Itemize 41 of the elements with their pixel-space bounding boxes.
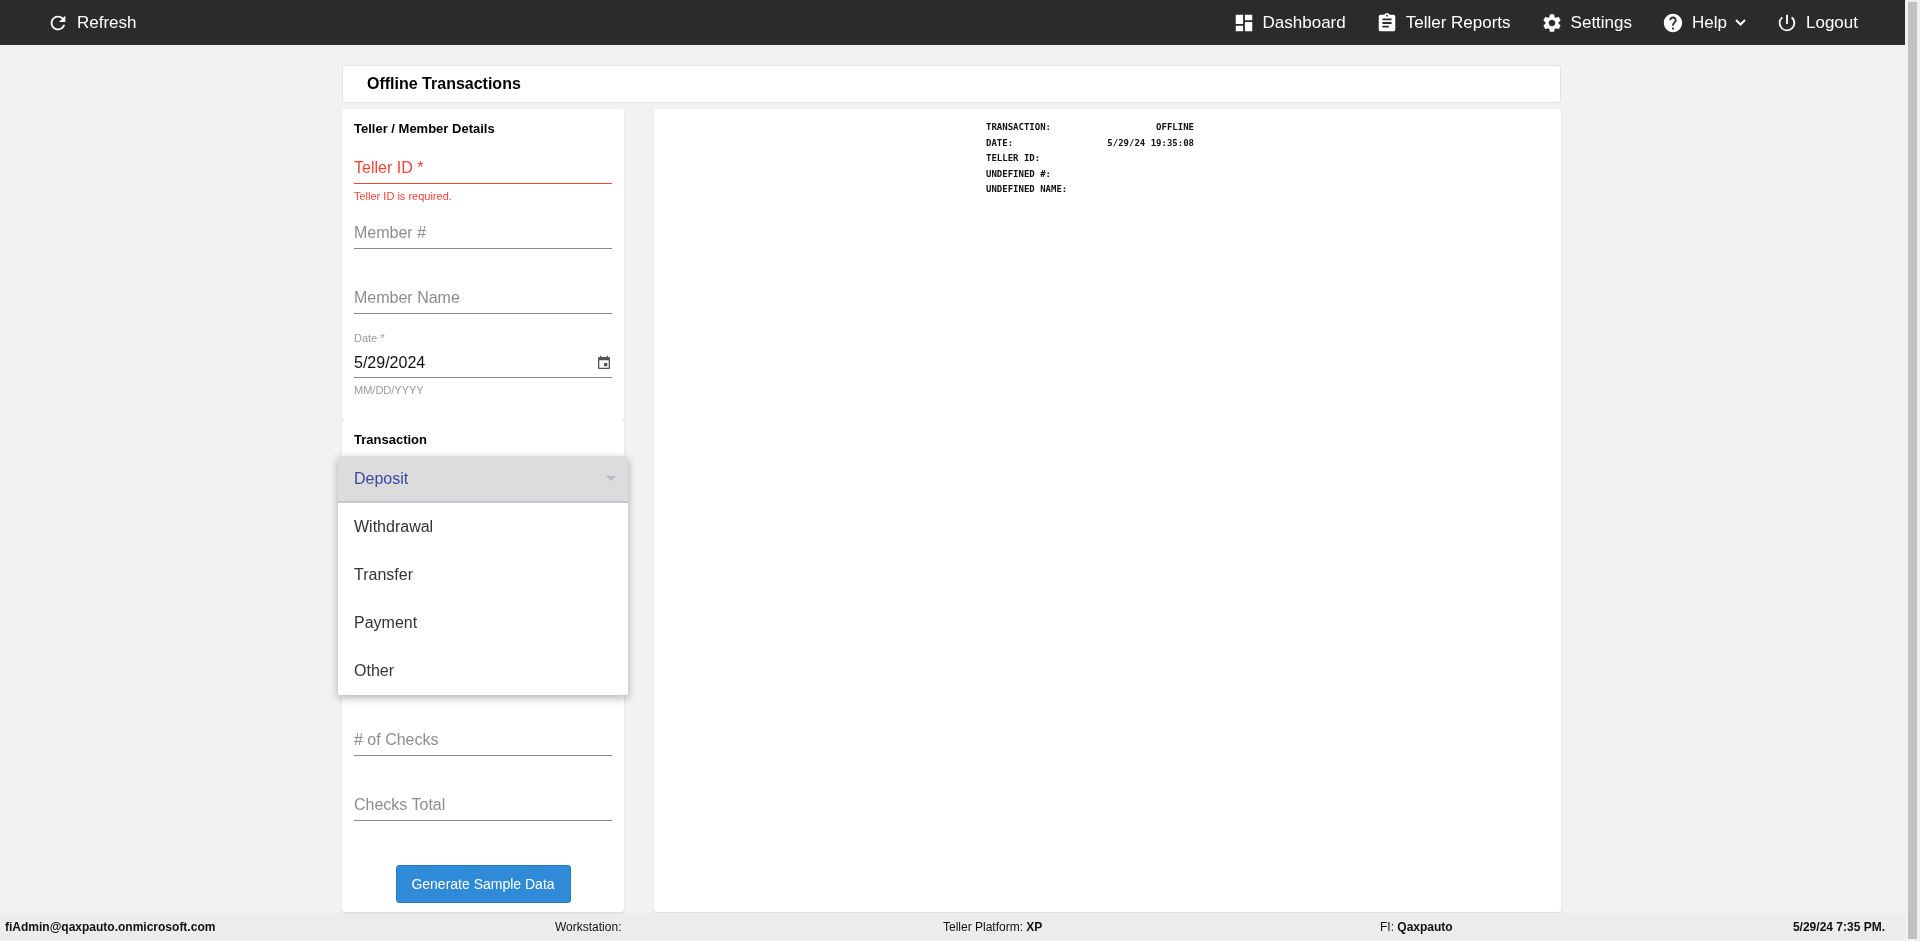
menu-option[interactable]: Deposit [338, 456, 628, 503]
workstation-label: Workstation: [555, 920, 623, 934]
date-field[interactable]: 5/29/2024 [354, 348, 612, 378]
receipt-label: UNDEFINED NAME: [986, 183, 1068, 197]
input-field[interactable]: Teller ID * [354, 152, 612, 184]
nav-link[interactable]: Logout [1761, 0, 1873, 45]
menu-option[interactable]: Withdrawal [338, 503, 628, 551]
receipt-value: OFFLINE [1155, 121, 1194, 134]
nav-link[interactable]: Refresh [32, 0, 152, 45]
field-hint: MM/DD/YYYY [354, 384, 425, 396]
receipt-label: TRANSACTION: [986, 121, 1053, 134]
field-label: Date * [354, 332, 386, 345]
nav-link[interactable]: Teller Reports [1360, 0, 1526, 45]
calendar-icon[interactable] [596, 354, 612, 371]
page-title: Offline Transactions [367, 75, 521, 93]
input-field[interactable]: Checks Total [354, 789, 612, 821]
fi-text: FI: Qaxpauto [1380, 920, 1454, 934]
error-message: Teller ID is required. [354, 190, 453, 203]
nav-link[interactable]: Settings [1525, 0, 1648, 45]
nav-link[interactable]: Dashboard [1217, 0, 1361, 45]
scrollbar[interactable] [1905, 0, 1920, 941]
dropdown-caret-icon [606, 476, 616, 481]
receipt-label: UNDEFINED #: [986, 167, 1053, 181]
receipt-value: 5/29/24 19:35:08 [1106, 136, 1194, 150]
card-title: Transaction [354, 432, 428, 448]
card-title: Teller / Member Details [354, 121, 496, 137]
receipt-label: TELLER ID: [986, 152, 1042, 166]
input-field[interactable]: Member Name [354, 282, 612, 314]
menu-option[interactable]: Other [338, 647, 628, 695]
platform-text: Teller Platform: XP [943, 920, 1044, 934]
input-field[interactable]: # of Checks [354, 724, 612, 756]
menu-option[interactable]: Payment [338, 599, 628, 647]
nav-link[interactable]: Help [1647, 0, 1761, 45]
user-email: fiAdmin@qaxpauto.onmicrosoft.com [5, 920, 217, 934]
receipt-label: DATE: [986, 136, 1015, 150]
generate-sample-data-button[interactable]: Generate Sample Data [395, 865, 571, 903]
help-icon [1662, 11, 1685, 34]
status-time: 5/29/24 7:35 PM. [1792, 920, 1885, 934]
input-field[interactable]: Member # [354, 217, 612, 249]
menu-option[interactable]: Transfer [338, 551, 628, 599]
settings-icon [1540, 11, 1563, 34]
